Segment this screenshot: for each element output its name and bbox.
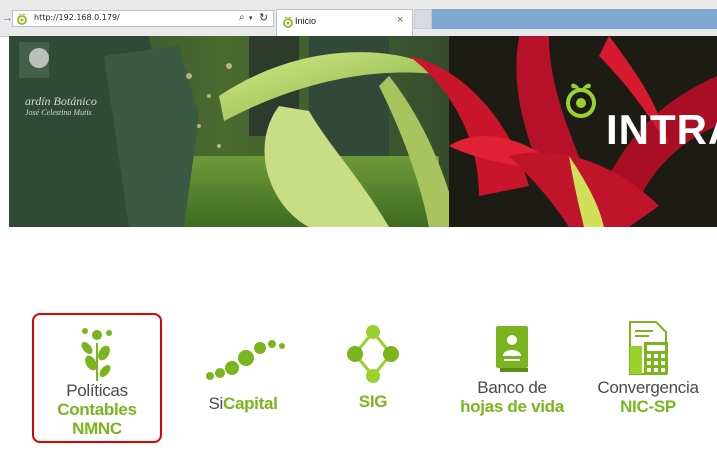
- chevron-down-icon[interactable]: ▾: [249, 14, 253, 22]
- sig-diamond-icon: [347, 325, 399, 383]
- browser-titlebar-region: [432, 9, 717, 29]
- app-label-line1: SIG: [358, 392, 388, 411]
- app-convergencia-nic-sp[interactable]: Convergencia NIC-SP: [588, 316, 708, 441]
- address-url-text[interactable]: http://192.168.0.179/: [34, 13, 120, 22]
- app-label-line1: Convergencia: [597, 378, 699, 397]
- tab-inicio[interactable]: Inicio ×: [276, 9, 413, 36]
- resume-book-icon: [496, 326, 528, 372]
- site-favicon-icon: [17, 13, 27, 25]
- sicapital-dots-icon: [206, 340, 285, 380]
- new-tab-button[interactable]: [414, 9, 432, 29]
- intra-logo-text: INTRA: [606, 106, 717, 153]
- app-label-line2: Contables: [57, 400, 137, 419]
- app-label-line1: Políticas: [66, 381, 128, 400]
- app-politicas-contables[interactable]: Políticas Contables NMNC: [32, 313, 162, 443]
- app-sicapital[interactable]: SiCapital: [188, 316, 298, 441]
- app-label-line1: Banco de: [477, 378, 547, 397]
- browser-chrome: → http://192.168.0.179/ ⌕ ▾ ↻ Inicio ×: [0, 0, 717, 37]
- plant-icon: [81, 328, 112, 381]
- app-label-line3: NMNC: [72, 419, 122, 438]
- back-arrow-icon[interactable]: →: [2, 11, 13, 25]
- close-icon[interactable]: ×: [397, 14, 403, 26]
- app-label-line1: SiCapital: [208, 394, 278, 413]
- calculator-document-icon: [629, 321, 668, 375]
- tab-favicon-icon: [283, 16, 293, 28]
- app-label-line2: NIC-SP: [620, 397, 676, 416]
- garden-sign-text: ardín Botánico José Celestino Mutis: [25, 94, 97, 117]
- search-icon[interactable]: ⌕: [239, 12, 245, 23]
- app-label-line2: hojas de vida: [460, 397, 564, 416]
- address-bar[interactable]: http://192.168.0.179/ ⌕ ▾ ↻: [12, 10, 274, 27]
- app-banco-hojas-de-vida[interactable]: Banco de hojas de vida: [452, 316, 572, 441]
- app-sig[interactable]: SIG: [328, 316, 418, 441]
- hero-banner: ardín Botánico José Celestino Mutis INTR…: [9, 36, 717, 227]
- refresh-icon[interactable]: ↻: [259, 11, 268, 24]
- tab-title: Inicio: [295, 16, 317, 26]
